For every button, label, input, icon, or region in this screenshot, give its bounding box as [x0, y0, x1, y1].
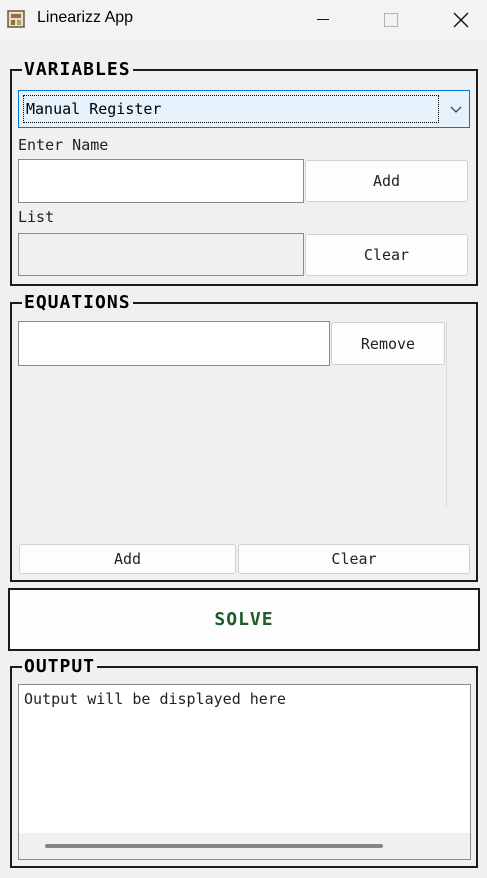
enter-name-label: Enter Name — [18, 136, 109, 154]
equation-input[interactable] — [18, 321, 330, 366]
equations-title: EQUATIONS — [22, 292, 133, 313]
solve-label: SOLVE — [214, 609, 274, 630]
list-label: List — [18, 208, 55, 226]
close-button[interactable] — [438, 0, 484, 40]
chevron-down-icon[interactable] — [449, 102, 463, 116]
name-input[interactable] — [18, 159, 304, 203]
scrollbar-thumb[interactable] — [45, 844, 383, 848]
clear-equations-button[interactable]: Clear — [238, 544, 470, 574]
mode-select[interactable]: Manual Register — [18, 90, 470, 128]
variables-title: VARIABLES — [22, 59, 133, 80]
clear-variables-button[interactable]: Clear — [305, 234, 468, 276]
output-text: Output will be displayed here — [24, 690, 286, 708]
title-bar: Linearizz App — [0, 0, 487, 40]
add-equation-button[interactable]: Add — [19, 544, 236, 574]
solve-button[interactable]: SOLVE — [8, 588, 480, 651]
app-icon — [7, 10, 25, 28]
close-icon — [453, 12, 469, 28]
horizontal-scrollbar[interactable] — [19, 833, 470, 859]
maximize-icon — [384, 13, 398, 27]
variable-list — [18, 233, 304, 276]
maximize-button[interactable] — [368, 0, 414, 40]
equations-scroll-edge — [446, 322, 447, 508]
minimize-button[interactable] — [300, 0, 346, 40]
output-title: OUTPUT — [22, 656, 98, 677]
minimize-icon — [317, 19, 329, 20]
add-variable-button[interactable]: Add — [305, 160, 468, 202]
mode-select-value: Manual Register — [26, 100, 162, 118]
output-area[interactable]: Output will be displayed here — [18, 684, 471, 860]
window-title: Linearizz App — [37, 9, 134, 26]
remove-equation-button[interactable]: Remove — [331, 322, 445, 365]
